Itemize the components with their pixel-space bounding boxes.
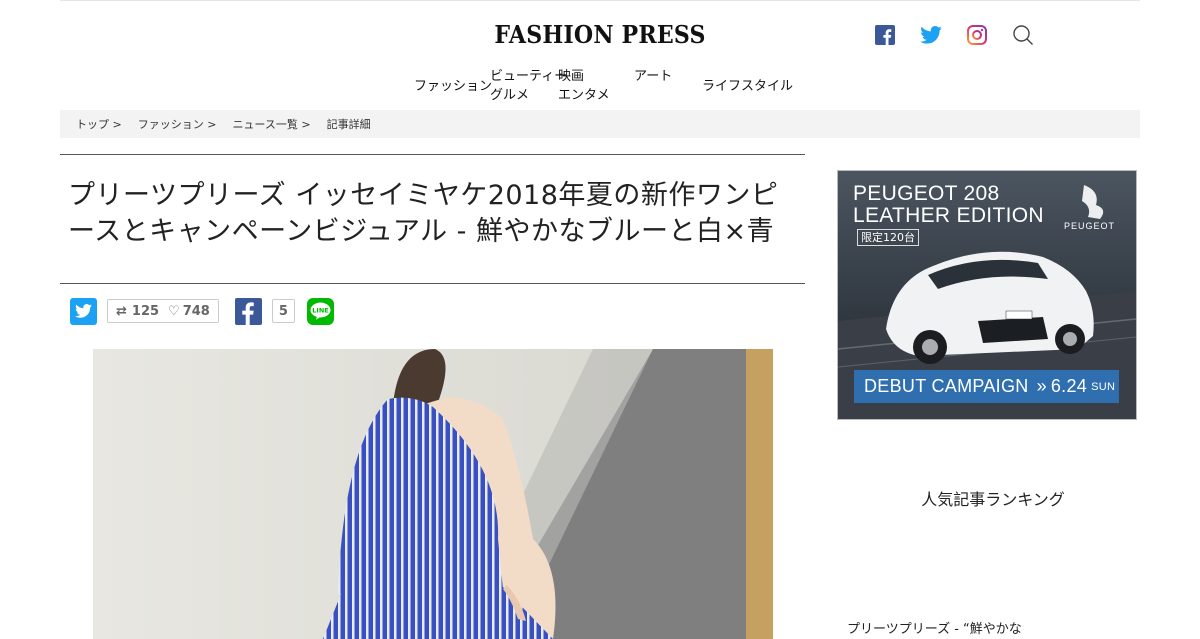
twitter-icon[interactable]	[918, 22, 944, 48]
ad-limited-badge: 限定120台	[857, 229, 919, 246]
title-top-divider	[60, 154, 805, 155]
double-chevron-icon: »	[1036, 376, 1047, 396]
search-icon[interactable]	[1010, 22, 1036, 48]
breadcrumb-item-news[interactable]: ニュース一覧 >	[232, 116, 310, 132]
breadcrumb: トップ > ファッション > ニュース一覧 > 記事詳細	[60, 110, 1140, 138]
nav-item-movie[interactable]: 映画 エンタメ	[558, 67, 610, 105]
nav-item-lifestyle[interactable]: ライフスタイル	[702, 77, 793, 96]
like-count: 748	[182, 303, 210, 319]
sidebar-heading: 人気記事ランキング	[921, 490, 1065, 509]
instagram-icon[interactable]	[964, 22, 990, 48]
advertisement-banner[interactable]: PEUGEOT 208 LEATHER EDITION 限定120台 PEUGE…	[837, 170, 1137, 420]
sidebar-article-link[interactable]: プリーツプリーズ - “鮮やかな	[847, 618, 1022, 637]
facebook-counter[interactable]: 5	[271, 299, 295, 323]
share-bar: ⇄ 125 ♡ 748 5 LINE	[70, 297, 334, 325]
facebook-share-icon[interactable]	[234, 297, 262, 325]
breadcrumb-item-top[interactable]: トップ >	[76, 116, 122, 132]
breadcrumb-item-fashion[interactable]: ファッション >	[138, 116, 217, 132]
ad-brand-logo: PEUGEOT	[1064, 221, 1116, 231]
twitter-counter[interactable]: ⇄ 125 ♡ 748	[107, 299, 219, 323]
twitter-share-icon[interactable]	[70, 297, 97, 325]
heart-icon: ♡	[168, 303, 180, 319]
svg-text:LINE: LINE	[312, 306, 328, 314]
nav-item-art[interactable]: アート	[634, 67, 672, 86]
nav-item-beauty[interactable]: ビューティー グルメ	[490, 67, 567, 105]
social-links	[872, 22, 1036, 48]
line-share-icon[interactable]: LINE	[306, 297, 334, 325]
retweet-icon: ⇄	[116, 303, 127, 319]
top-divider	[60, 0, 1140, 1]
facebook-icon[interactable]	[872, 22, 898, 48]
ad-headline: PEUGEOT 208 LEATHER EDITION	[853, 182, 1044, 227]
article-hero-image	[93, 349, 773, 639]
nav-item-fashion[interactable]: ファッション	[414, 77, 492, 96]
breadcrumb-item-current: 記事詳細	[326, 118, 371, 131]
title-bottom-divider	[60, 283, 805, 284]
article-title: プリーツプリーズ イッセイミヤケ2018年夏の新作ワンピースとキャンペーンビジュ…	[68, 180, 779, 247]
ad-campaign-bar: DEBUT CAMPAIGN » 6.24 SUN	[854, 370, 1119, 403]
retweet-count: 125	[131, 303, 160, 319]
